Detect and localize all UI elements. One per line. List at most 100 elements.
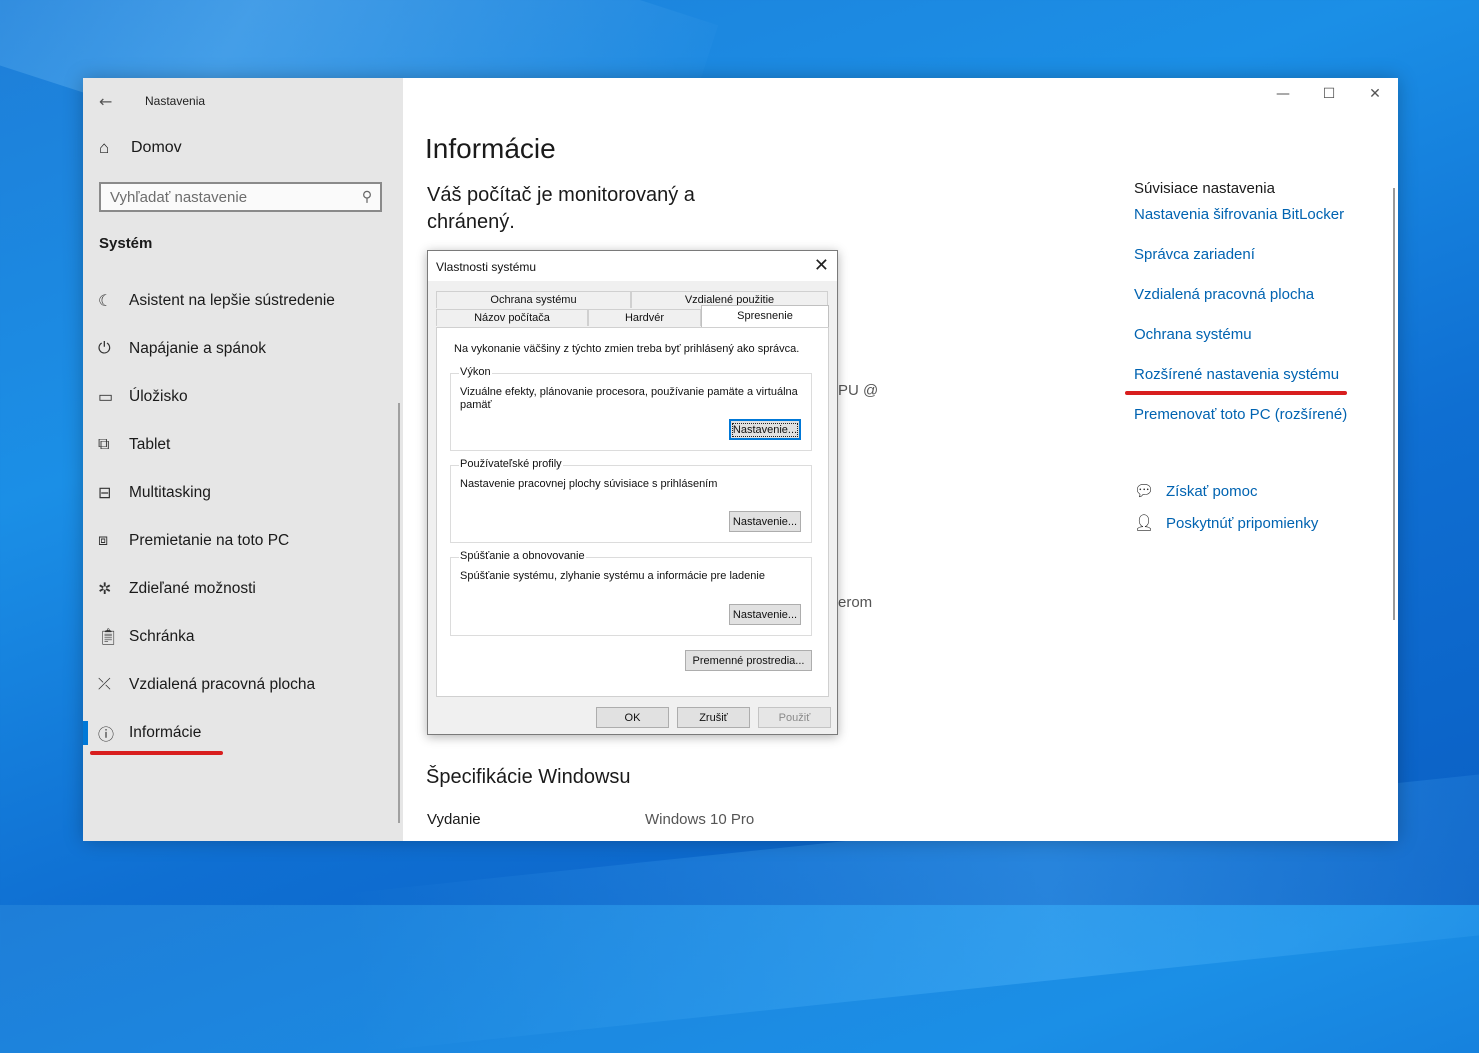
- minimize-icon[interactable]: —: [1260, 78, 1306, 110]
- sidebar-item-shared-experiences[interactable]: ✲ Zdieľané možnosti: [83, 565, 403, 613]
- system-properties-dialog: Vlastnosti systému ✕ Ochrana systému Vzd…: [427, 250, 838, 735]
- link-advanced-system-settings[interactable]: Rozšírené nastavenia systému: [1134, 366, 1347, 406]
- dialog-title: Vlastnosti systému: [436, 260, 537, 274]
- back-arrow-icon[interactable]: ←: [99, 92, 119, 111]
- multitasking-icon: ⊟: [98, 485, 112, 502]
- tabs-row-2: Názov počítača Hardvér Spresnenie: [436, 305, 829, 327]
- link-bitlocker[interactable]: Nastavenia šifrovania BitLocker: [1134, 206, 1347, 246]
- button-label: OK: [624, 711, 641, 724]
- button-label: Nastavenie...: [732, 608, 798, 621]
- sidebar-item-label: Premietanie na toto PC: [129, 532, 290, 549]
- annotation-underline-about: [90, 751, 223, 755]
- user-profiles-group: Používateľské profily Nastavenie pracovn…: [450, 458, 812, 543]
- moon-icon: ☾: [98, 293, 113, 310]
- sidebar-item-clipboard[interactable]: 📋︎ Schránka: [83, 613, 403, 661]
- performance-settings-button[interactable]: Nastavenie...: [729, 419, 801, 440]
- sidebar-item-label: Napájanie a spánok: [129, 340, 267, 357]
- sidebar-item-label: Vzdialená pracovná plocha: [129, 676, 316, 693]
- home-nav-item[interactable]: ⌂ Domov: [99, 138, 182, 158]
- tab-computer-name[interactable]: Názov počítača: [436, 309, 588, 326]
- tablet-icon: ⧉: [98, 436, 110, 453]
- sidebar-item-projection[interactable]: ⧈ Premietanie na toto PC: [83, 517, 403, 565]
- sidebar-item-label: Tablet: [129, 436, 171, 453]
- dialog-close-icon[interactable]: ✕: [814, 255, 829, 276]
- projection-icon: ⧈: [98, 532, 109, 549]
- group-legend: Spúšťanie a obnovovanie: [459, 550, 586, 562]
- button-label: Nastavenie...: [731, 422, 799, 437]
- help-section: 💬︎ Získať pomoc 👤︎ Poskytnúť pripomienky: [1134, 475, 1318, 539]
- link-system-protection[interactable]: Ochrana systému: [1134, 326, 1347, 366]
- group-description: Spúšťanie systému, zlyhanie systému a in…: [460, 570, 765, 582]
- cancel-button[interactable]: Zrušiť: [677, 707, 750, 728]
- help-chat-icon: 💬︎: [1134, 483, 1155, 500]
- maximize-icon[interactable]: ☐: [1306, 78, 1352, 110]
- tab-system-protection[interactable]: Ochrana systému: [436, 291, 631, 308]
- ok-button[interactable]: OK: [596, 707, 669, 728]
- storage-icon: ▭: [98, 389, 114, 406]
- section-title: Systém: [99, 235, 153, 252]
- sidebar-scrollbar[interactable]: [398, 403, 400, 823]
- feedback-icon: 👤︎: [1134, 515, 1155, 532]
- tab-advanced[interactable]: Spresnenie: [701, 305, 829, 327]
- search-input[interactable]: [101, 187, 354, 207]
- sidebar-item-remote-desktop[interactable]: ⤫ Vzdialená pracovná plocha: [83, 661, 403, 709]
- startup-recovery-group: Spúšťanie a obnovovanie Spúšťanie systém…: [450, 550, 812, 636]
- window-controls: — ☐ ✕: [1260, 78, 1398, 110]
- get-help-label: Získať pomoc: [1166, 482, 1258, 500]
- button-label: Premenné prostredia...: [692, 654, 805, 667]
- feedback-label: Poskytnúť pripomienky: [1166, 514, 1319, 532]
- nav-list: ☾ Asistent na lepšie sústredenie ⏻ Napáj…: [83, 277, 403, 757]
- group-description: Vizuálne efekty, plánovanie procesora, p…: [460, 386, 798, 411]
- group-legend: Výkon: [459, 366, 492, 378]
- user-profiles-settings-button[interactable]: Nastavenie...: [729, 511, 801, 532]
- feedback-link[interactable]: 👤︎ Poskytnúť pripomienky: [1134, 507, 1318, 539]
- power-icon: ⏻: [98, 340, 111, 357]
- protection-status-text: Váš počítač je monitorovaný a chránený.: [427, 184, 695, 233]
- apply-button[interactable]: Použiť: [758, 707, 831, 728]
- shared-icon: ✲: [98, 581, 112, 598]
- close-icon[interactable]: ✕: [1352, 78, 1398, 110]
- search-icon[interactable]: ⚲: [354, 189, 380, 205]
- info-icon: ⓘ: [98, 727, 115, 744]
- related-settings: Súvisiace nastavenia Nastavenia šifrovan…: [1134, 180, 1347, 446]
- annotation-underline-advanced: [1125, 391, 1347, 395]
- link-remote-desktop[interactable]: Vzdialená pracovná plocha: [1134, 286, 1347, 326]
- page-title: Informácie: [425, 133, 556, 164]
- app-title: Nastavenia: [145, 94, 206, 108]
- spec-value: Windows 10 Pro: [645, 811, 755, 828]
- sidebar-item-multitasking[interactable]: ⊟ Multitasking: [83, 469, 403, 517]
- sidebar-item-label: Schránka: [129, 628, 195, 645]
- related-title: Súvisiace nastavenia: [1134, 180, 1275, 197]
- remote-desktop-icon: ⤫: [98, 676, 111, 693]
- partial-text-processor: PU @: [838, 382, 879, 399]
- environment-variables-button[interactable]: Premenné prostredia...: [685, 650, 812, 671]
- sidebar-item-tablet[interactable]: ⧉ Tablet: [83, 421, 403, 469]
- sidebar-item-focus-assist[interactable]: ☾ Asistent na lepšie sústredenie: [83, 277, 403, 325]
- clipboard-icon: 📋︎: [98, 629, 119, 646]
- sidebar: ← Nastavenia ⌂ Domov ⚲ Systém ☾ Asistent…: [83, 78, 403, 841]
- sidebar-item-storage[interactable]: ▭ Úložisko: [83, 373, 403, 421]
- button-label: Použiť: [778, 711, 811, 724]
- sidebar-item-label: Zdieľané možnosti: [129, 580, 256, 597]
- button-label: Zrušiť: [699, 711, 728, 724]
- home-icon: ⌂: [99, 138, 110, 157]
- link-rename-pc[interactable]: Premenovať toto PC (rozšírené): [1134, 406, 1347, 446]
- sidebar-item-label: Úložisko: [129, 388, 188, 405]
- main-scrollbar[interactable]: [1393, 188, 1395, 620]
- tab-hardware[interactable]: Hardvér: [588, 309, 701, 326]
- spec-key: Vydanie: [427, 811, 481, 828]
- dialog-titlebar: Vlastnosti systému ✕: [428, 251, 837, 281]
- group-legend: Používateľské profily: [459, 458, 563, 470]
- startup-recovery-settings-button[interactable]: Nastavenie...: [729, 604, 801, 625]
- sidebar-item-power-sleep[interactable]: ⏻ Napájanie a spánok: [83, 325, 403, 373]
- sidebar-item-about[interactable]: ⓘ Informácie: [83, 709, 403, 757]
- get-help-link[interactable]: 💬︎ Získať pomoc: [1134, 475, 1318, 507]
- specs-title: Špecifikácie Windowsu: [426, 766, 631, 788]
- sidebar-item-label: Informácie: [129, 724, 202, 741]
- search-box[interactable]: ⚲: [99, 182, 382, 212]
- performance-group: Výkon Vizuálne efekty, plánovanie proces…: [450, 366, 812, 451]
- link-device-manager[interactable]: Správca zariadení: [1134, 246, 1347, 286]
- title-row: ← Nastavenia: [99, 86, 205, 116]
- button-label: Nastavenie...: [732, 515, 798, 528]
- group-description: Nastavenie pracovnej plochy súvisiace s …: [460, 478, 718, 490]
